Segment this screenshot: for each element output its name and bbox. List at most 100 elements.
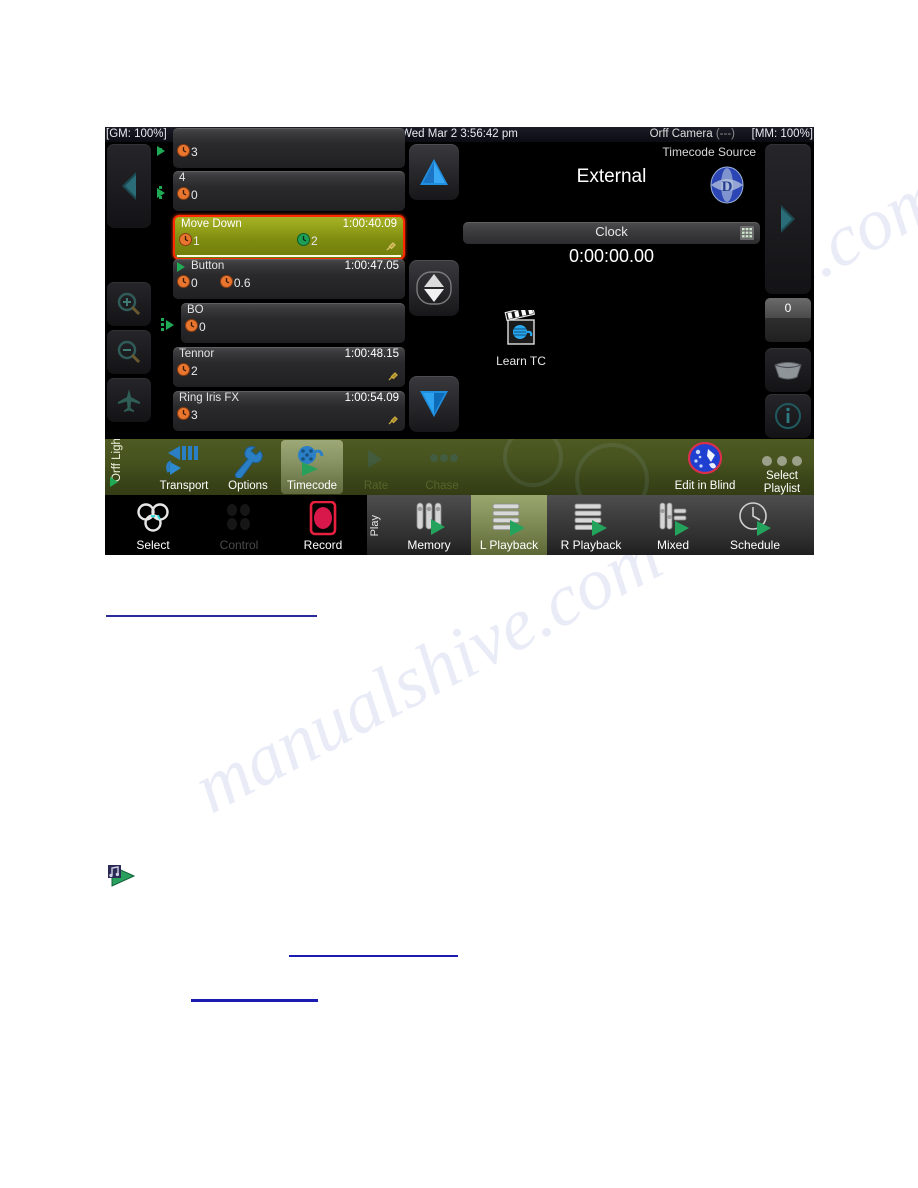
timecode-source-label: Timecode Source <box>662 145 756 159</box>
mode-schedule-button[interactable]: Schedule <box>717 495 793 555</box>
cue-play-marker-icon <box>166 320 174 330</box>
mode-label: R Playback <box>560 538 622 552</box>
cue-fade-out: 0.6 <box>233 276 251 290</box>
memory-icon <box>391 501 467 539</box>
toolbar-label: Chase <box>425 480 459 492</box>
mode-mixed-button[interactable]: Mixed <box>635 495 711 555</box>
decorative-circle <box>503 439 563 487</box>
level-value-box[interactable]: 0 <box>765 298 811 318</box>
cue-timecode: 1:00:54.09 <box>344 392 399 404</box>
active-playlist-label: Orff Lights <box>111 439 123 482</box>
cue-pin-icon <box>387 415 398 429</box>
clock-value: 0:00:00.00 <box>568 246 655 266</box>
cue-row[interactable]: Tennor 1:00:48.15 2 <box>173 347 405 387</box>
cue-fade-in: 2 <box>191 364 198 378</box>
page-right-button[interactable] <box>765 144 811 294</box>
mode-toolbar-right: Memory L Playback R Playback Mixed Sched… <box>367 495 814 555</box>
edit-in-blind-button[interactable]: Edit in Blind <box>667 440 743 494</box>
cue-row-selected[interactable]: Move Down 1:00:40.09 1 2 <box>173 215 405 260</box>
cue-fade-out: 2 <box>311 234 318 248</box>
timecode-source-globe-icon[interactable]: D <box>710 166 744 204</box>
learn-tc-label: Learn TC <box>496 354 546 368</box>
cue-fade-times: 0 <box>185 319 206 339</box>
cue-row[interactable]: 3 <box>173 128 405 168</box>
cue-name: BO <box>187 304 204 316</box>
cue-selection-underline <box>177 255 401 257</box>
cue-row[interactable]: Button 1:00:47.05 0 0.6 <box>173 259 405 299</box>
cue-fade-in: 0 <box>191 188 198 202</box>
mode-label: Control <box>219 538 259 552</box>
clock-badge-orange-icon <box>177 363 190 379</box>
cue-row[interactable]: 4 0 <box>173 171 405 211</box>
cue-fade-times: 1 <box>179 233 200 253</box>
select-playlist-label-line2: Playlist <box>763 483 801 495</box>
cue-fade-times: 2 <box>177 363 198 383</box>
cue-marker-dots <box>161 318 164 333</box>
doc-play-music-icon <box>106 864 138 888</box>
scroll-down-button[interactable] <box>409 376 459 432</box>
mode-r-playback-button[interactable]: R Playback <box>553 495 629 555</box>
camera-name: Orff Camera <box>649 128 713 140</box>
learn-tc-button[interactable]: Learn TC <box>481 305 561 368</box>
airplane-icon <box>118 389 140 412</box>
cue-row[interactable]: Ring Iris FX 1:00:54.09 3 <box>173 391 405 431</box>
doc-link-2[interactable] <box>289 955 458 957</box>
chevron-right-icon <box>781 205 795 233</box>
zoom-out-button[interactable] <box>107 330 151 374</box>
clock-header[interactable]: Clock <box>463 222 760 244</box>
schedule-clock-icon <box>717 501 793 539</box>
toolbar-item-options[interactable]: Options <box>217 440 279 494</box>
mode-record-button[interactable]: Record <box>285 495 361 555</box>
toolbar-item-chase: Chase <box>411 440 473 494</box>
mode-memory-button[interactable]: Memory <box>391 495 467 555</box>
mode-select-button[interactable]: Select <box>115 495 191 555</box>
mode-label: Select <box>136 538 170 552</box>
cue-name: Move Down <box>181 218 242 230</box>
info-button[interactable] <box>765 394 811 438</box>
master-master-level: [MM: 100%] <box>751 128 813 140</box>
l-playback-icon <box>471 501 547 539</box>
select-playlist-label-line1: Select <box>766 470 798 482</box>
mode-label: Record <box>303 538 343 552</box>
scroll-updown-button[interactable] <box>409 260 459 316</box>
scroll-up-button[interactable] <box>409 144 459 200</box>
chevron-left-icon <box>122 172 136 200</box>
chase-icon <box>411 444 473 478</box>
clock-badge-orange-icon <box>177 144 190 160</box>
cue-fade-in: 1 <box>193 234 200 248</box>
cue-row[interactable]: BO 0 <box>181 303 405 343</box>
mode-toolbar: Select Control Record Memory L Playback … <box>105 495 814 555</box>
clear-button[interactable] <box>765 348 811 392</box>
doc-link-1[interactable] <box>106 615 317 617</box>
mode-label: Mixed <box>656 538 689 552</box>
cue-name: Button <box>191 260 225 272</box>
rate-icon <box>345 444 407 478</box>
zoom-in-button[interactable] <box>107 282 151 326</box>
right-rail: 0 <box>762 142 814 439</box>
camera-state: (---) <box>715 128 735 140</box>
cue-list[interactable]: 3 4 0 Move Down 1:00:40.09 1 2 Button 1:… <box>153 128 405 439</box>
toolbar-label: Rate <box>363 480 389 492</box>
cue-pin-icon <box>387 371 398 385</box>
select-playlist-button[interactable]: Select Playlist <box>751 441 813 495</box>
cue-delay-time: 2 <box>297 233 318 249</box>
cue-play-marker-icon <box>177 262 185 272</box>
page-left-button[interactable] <box>107 144 151 228</box>
mode-l-playback-button[interactable]: L Playback <box>471 495 547 555</box>
console-screenshot: [GM: 100%] Orff Lights (Move Down) Wed M… <box>105 127 814 555</box>
context-toolbar: Orff Lights Transport Options Timecode R… <box>105 439 814 495</box>
toolbar-item-timecode[interactable]: Timecode <box>281 440 343 494</box>
camera-status: Orff Camera (---) <box>650 127 735 142</box>
left-rail <box>105 142 153 439</box>
follow-button[interactable] <box>107 378 151 422</box>
work-area: 3 4 0 Move Down 1:00:40.09 1 2 Button 1:… <box>105 128 814 439</box>
toolbar-label: Options <box>228 480 268 492</box>
keypad-icon[interactable] <box>740 226 754 243</box>
wrench-icon <box>217 444 279 480</box>
clapperboard-icon <box>504 305 536 345</box>
r-playback-icon <box>553 501 629 539</box>
doc-link-3[interactable] <box>191 999 318 1002</box>
play-section-label: Play <box>369 515 381 537</box>
toolbar-item-transport[interactable]: Transport <box>153 440 215 494</box>
level-slider-track[interactable] <box>765 318 811 342</box>
